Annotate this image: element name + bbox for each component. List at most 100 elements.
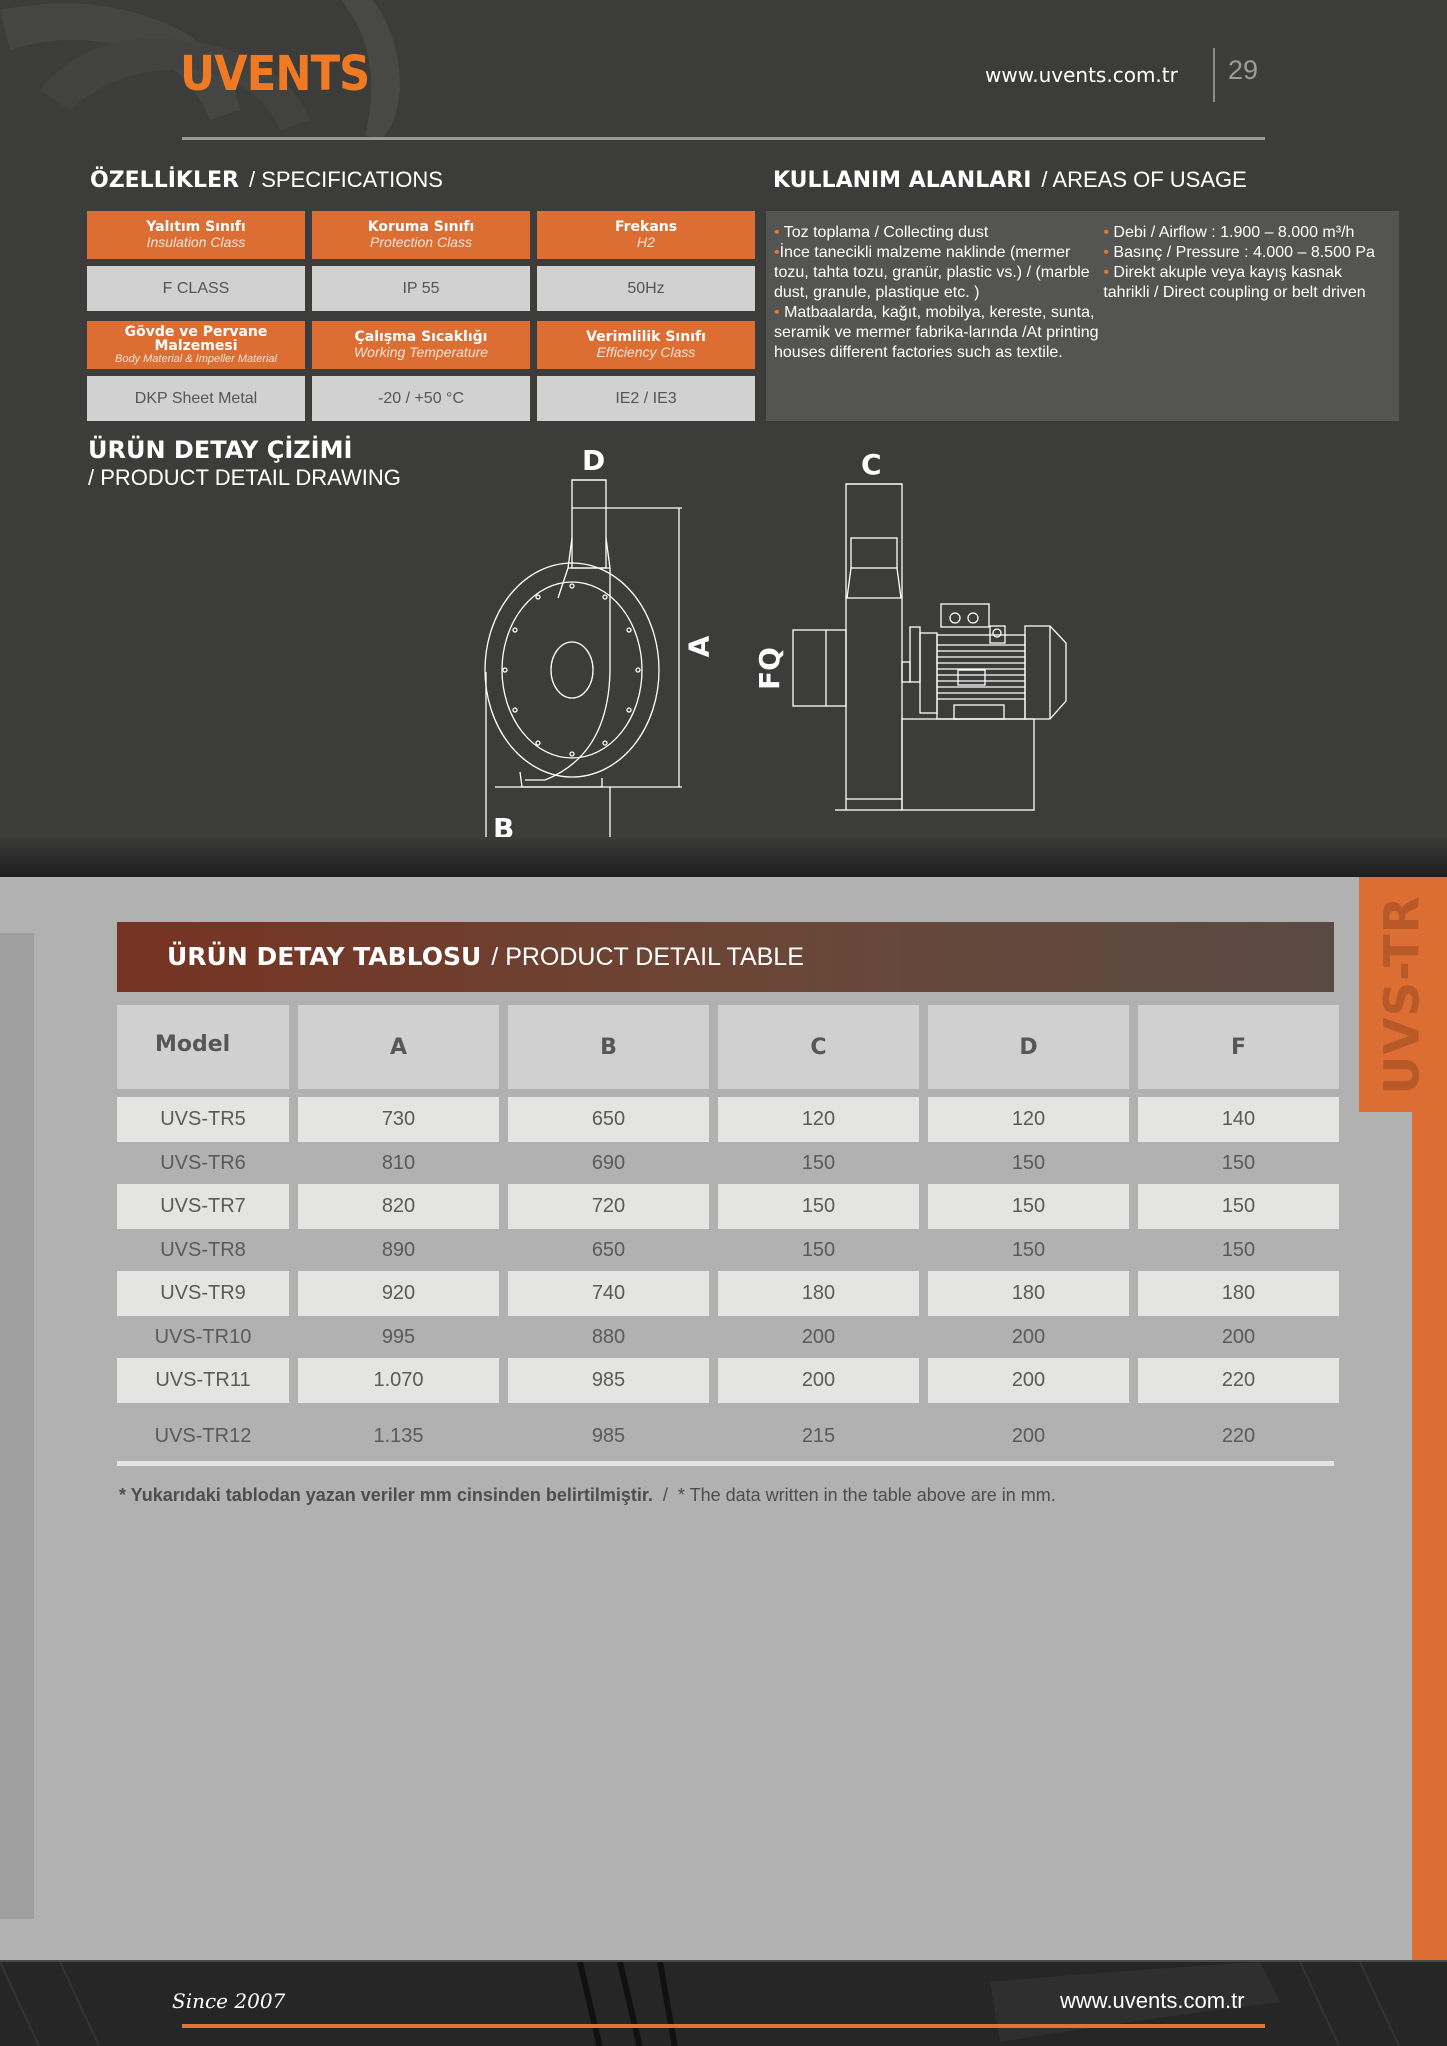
spec-label-tr: Yalıtım Sınıfı bbox=[146, 219, 246, 236]
spec-value-efficiency: IE2 / IE3 bbox=[537, 376, 755, 421]
dimension-label-c: C bbox=[861, 448, 882, 481]
cell-b: 650 bbox=[591, 1238, 626, 1261]
dimension-label-b: B bbox=[493, 812, 515, 845]
cell-d: 120 bbox=[928, 1097, 1129, 1142]
cell-f: 220 bbox=[1221, 1424, 1256, 1447]
drawing-title: ÜRÜN DETAY ÇİZİMİ / PRODUCT DETAIL DRAWI… bbox=[88, 437, 401, 492]
top-section: UVENTS www.uvents.com.tr 29 ÖZELLİKLER / … bbox=[0, 0, 1447, 877]
usage-item: • Direkt akuple veya kayış kasnak tahrik… bbox=[1103, 263, 1391, 303]
spec-value-temperature: -20 / +50 °C bbox=[312, 376, 530, 421]
spec-label-en: Insulation Class bbox=[146, 234, 246, 250]
spec-value-frequency: 50Hz bbox=[537, 266, 755, 311]
table-row: UVS-TR11 1.070 985 200 200 220 bbox=[117, 1358, 1339, 1403]
front-view bbox=[484, 479, 682, 852]
cell-c: 180 bbox=[718, 1271, 919, 1316]
usage-item-text: Matbaalarda, kağıt, mobilya, kereste, su… bbox=[774, 304, 1099, 361]
cell-c: 120 bbox=[718, 1097, 919, 1142]
title-slash: / bbox=[1041, 167, 1053, 192]
page-footer: Since 2007 www.uvents.com.tr bbox=[0, 1960, 1447, 2046]
title-slash: / bbox=[491, 943, 506, 971]
cell-model: UVS-TR6 bbox=[160, 1151, 246, 1174]
cell-a: 995 bbox=[381, 1325, 416, 1348]
spec-label-tr: Verimlilik Sınıfı bbox=[586, 329, 706, 346]
bullet-icon: • bbox=[774, 304, 780, 321]
cell-f: 140 bbox=[1138, 1097, 1339, 1142]
cell-c: 150 bbox=[801, 1238, 836, 1261]
usage-item: • Basınç / Pressure : 4.000 – 8.500 Pa bbox=[1103, 243, 1391, 263]
dimension-label-a: A bbox=[682, 635, 716, 658]
drawing-title-en: / PRODUCT DETAIL DRAWING bbox=[88, 465, 401, 490]
bullet-icon: • bbox=[774, 224, 780, 241]
spec-label-en: Body Material & Impeller Material bbox=[114, 352, 277, 365]
column-header-d: D bbox=[928, 1005, 1129, 1089]
bolt-holes bbox=[502, 583, 641, 757]
cell-d: 150 bbox=[1011, 1151, 1046, 1174]
spec-label-tr: Çalışma Sıcaklığı bbox=[354, 329, 488, 346]
usage-column-2: • Debi / Airflow : 1.900 – 8.000 m³/h • … bbox=[1103, 223, 1391, 409]
spec-value-insulation: F CLASS bbox=[87, 266, 305, 311]
cell-d: 180 bbox=[928, 1271, 1129, 1316]
header-website-url[interactable]: www.uvents.com.tr bbox=[985, 63, 1178, 87]
spec-header-frequency: Frekans H2 bbox=[537, 211, 755, 259]
spec-label-en: H2 bbox=[637, 234, 655, 250]
table-footnote: * Yukarıdaki tablodan yazan veriler mm c… bbox=[119, 1485, 1056, 1506]
header-rule bbox=[182, 137, 1265, 140]
cell-b: 650 bbox=[508, 1097, 709, 1142]
usage-item-text: Debi / Airflow : 1.900 – 8.000 m³/h bbox=[1113, 224, 1355, 241]
fan-technical-drawing bbox=[484, 479, 1067, 852]
cell-f: 150 bbox=[1221, 1238, 1256, 1261]
spec-label-tr: Frekans bbox=[614, 219, 678, 236]
table-row: UVS-TR10 995 880 200 200 200 bbox=[117, 1316, 1334, 1358]
spec-label-en: Working Temperature bbox=[353, 344, 489, 360]
usage-item-text: İnce tanecikli malzeme naklinde (mermer … bbox=[774, 244, 1090, 301]
cell-c: 215 bbox=[801, 1424, 836, 1447]
bullet-icon: • bbox=[1103, 244, 1109, 261]
footnote-tr: * Yukarıdaki tablodan yazan veriler mm c… bbox=[119, 1485, 653, 1505]
specifications-title-tr: ÖZELLİKLER bbox=[90, 168, 239, 193]
cell-b: 720 bbox=[508, 1184, 709, 1229]
header-divider bbox=[1213, 48, 1215, 102]
motor-fins bbox=[937, 644, 1025, 700]
side-view bbox=[792, 483, 1067, 811]
table-row: UVS-TR7 820 720 150 150 150 bbox=[117, 1184, 1339, 1229]
cell-d: 200 bbox=[928, 1358, 1129, 1403]
title-slash: / bbox=[248, 167, 262, 192]
usage-item-text: Direkt akuple veya kayış kasnak tahrikli… bbox=[1103, 264, 1366, 301]
since-2007-signature: Since 2007 bbox=[172, 1989, 286, 2013]
cell-f: 220 bbox=[1138, 1358, 1339, 1403]
dimension-label-d: D bbox=[582, 444, 606, 477]
cell-f: 150 bbox=[1138, 1184, 1339, 1229]
usage-title: KULLANIM ALANLARI / AREAS OF USAGE bbox=[773, 167, 1247, 193]
specifications-title: ÖZELLİKLER / SPECIFICATIONS bbox=[90, 167, 443, 193]
table-header-row: Model A B C D F bbox=[117, 1005, 1339, 1089]
cell-a: 730 bbox=[298, 1097, 499, 1142]
spec-header-protection: Koruma Sınıfı Protection Class bbox=[312, 211, 530, 259]
product-detail-table: Model A B C D F UVS-TR5 730 650 120 120 140 UV… bbox=[117, 1005, 1339, 1466]
usage-title-tr: KULLANIM ALANLARI bbox=[773, 168, 1032, 193]
cell-f: 180 bbox=[1138, 1271, 1339, 1316]
table-row: UVS-TR9 920 740 180 180 180 bbox=[117, 1271, 1339, 1316]
column-header-b: B bbox=[508, 1005, 709, 1089]
footer-rule bbox=[182, 2024, 1265, 2028]
cell-d: 200 bbox=[1011, 1424, 1046, 1447]
cell-f: 200 bbox=[1221, 1325, 1256, 1348]
spec-value-protection: IP 55 bbox=[312, 266, 530, 311]
spec-label-en: Efficiency Class bbox=[596, 344, 696, 360]
cell-b: 985 bbox=[591, 1424, 626, 1447]
usage-item-text: Toz toplama / Collecting dust bbox=[783, 224, 989, 241]
table-bottom-rule bbox=[117, 1461, 1334, 1466]
cell-model: UVS-TR5 bbox=[117, 1097, 289, 1142]
spec-value-material: DKP Sheet Metal bbox=[87, 376, 305, 421]
usage-item: • Toz toplama / Collecting dust bbox=[774, 223, 1103, 243]
footer-website-url[interactable]: www.uvents.com.tr bbox=[1060, 1988, 1245, 2014]
footnote-slash: / bbox=[657, 1485, 673, 1505]
table-row: UVS-TR8 890 650 150 150 150 bbox=[117, 1229, 1334, 1271]
usage-column-1: • Toz toplama / Collecting dust • İnce ta… bbox=[774, 223, 1103, 409]
spec-header-insulation: Yalıtım Sınıfı Insulation Class bbox=[87, 211, 305, 259]
cell-d: 150 bbox=[1011, 1238, 1046, 1261]
bullet-icon: • bbox=[1103, 224, 1109, 241]
drawing-title-tr: ÜRÜN DETAY ÇİZİMİ bbox=[88, 436, 353, 464]
usage-item-text: Basınç / Pressure : 4.000 – 8.500 Pa bbox=[1113, 244, 1375, 261]
table-title-tr: ÜRÜN DETAY TABLOSU bbox=[167, 942, 482, 971]
cell-d: 200 bbox=[1011, 1325, 1046, 1348]
